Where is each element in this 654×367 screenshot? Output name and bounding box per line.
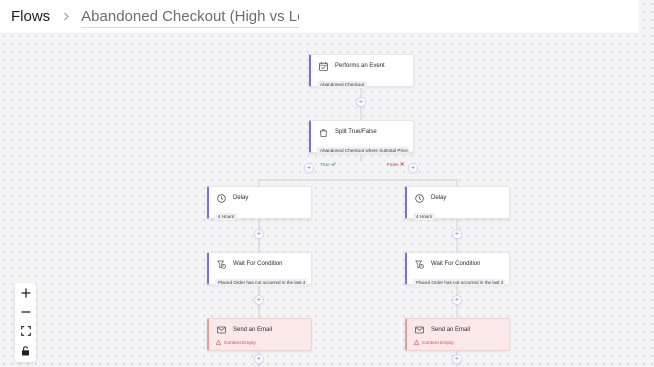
warning-triangle-icon	[215, 339, 222, 347]
zoom-controls	[15, 283, 36, 362]
wait-condition-icon	[216, 259, 227, 270]
add-step-button[interactable]: +	[452, 295, 462, 305]
plus-icon	[21, 285, 31, 303]
warning-text: Content Empty	[422, 341, 454, 346]
node-title: Delay	[233, 195, 249, 201]
zoom-in-button[interactable]	[15, 284, 36, 303]
add-step-button[interactable]: +	[254, 229, 264, 239]
node-title: Wait For Condition	[431, 261, 481, 267]
add-step-button[interactable]: +	[356, 97, 366, 107]
wait-condition-node-true[interactable]: Wait For Condition Placed Order has not …	[207, 252, 312, 286]
x-icon	[400, 162, 404, 168]
add-step-button[interactable]: +	[452, 354, 462, 364]
lock-button[interactable]	[15, 342, 36, 361]
branch-false-label: False	[387, 162, 404, 168]
add-step-button-true[interactable]: +	[304, 163, 314, 173]
warning-triangle-icon	[413, 339, 420, 347]
checkmark-icon	[331, 162, 336, 168]
node-title: Delay	[431, 195, 447, 201]
node-detail: 4 Hours	[413, 213, 436, 220]
node-detail: Abandoned Checkout	[317, 81, 368, 88]
node-detail: Abandoned Checkout where Subtotal Price.…	[317, 147, 409, 154]
add-step-button[interactable]: +	[254, 354, 264, 364]
branch-true-label: True	[320, 162, 336, 168]
delay-node-true[interactable]: Delay 4 Hours	[207, 186, 312, 220]
node-detail: 4 Hours	[215, 213, 238, 220]
split-node[interactable]: Split True/False Abandoned Checkout wher…	[309, 120, 414, 154]
send-email-node-true[interactable]: Send an Email Content Empty	[207, 318, 312, 351]
minus-icon	[21, 304, 31, 322]
fit-screen-icon	[20, 323, 31, 341]
calendar-event-icon	[318, 61, 329, 72]
add-step-button-false[interactable]: +	[408, 163, 418, 173]
warning-text: Content Empty	[224, 341, 256, 346]
clock-icon	[414, 193, 425, 204]
node-title: Wait For Condition	[233, 261, 283, 267]
clock-icon	[216, 193, 227, 204]
lock-icon	[21, 343, 30, 361]
branch-true-text: True	[320, 163, 330, 168]
wait-condition-node-false[interactable]: Wait For Condition Placed Order has not …	[405, 252, 510, 286]
add-step-button[interactable]: +	[254, 295, 264, 305]
zoom-out-button[interactable]	[15, 303, 36, 322]
node-title: Split True/False	[335, 129, 377, 135]
fit-view-button[interactable]	[15, 322, 36, 341]
content-warning: Content Empty	[215, 339, 311, 347]
send-email-node-false[interactable]: Send an Email Content Empty	[405, 318, 510, 351]
split-bag-icon	[318, 127, 329, 138]
node-detail: Placed Order has not occurred in the las…	[413, 279, 505, 286]
node-title: Send an Email	[233, 327, 273, 333]
trigger-node[interactable]: Performs an Event Abandoned Checkout	[309, 54, 414, 88]
envelope-icon	[216, 325, 227, 336]
branch-false-text: False	[387, 163, 399, 168]
node-title: Send an Email	[431, 327, 471, 333]
add-step-button[interactable]: +	[452, 229, 462, 239]
node-title: Performs an Event	[335, 63, 385, 69]
content-warning: Content Empty	[413, 339, 509, 347]
wait-condition-icon	[414, 259, 425, 270]
envelope-icon	[414, 325, 425, 336]
node-detail: Placed Order has not occurred in the las…	[215, 279, 307, 286]
delay-node-false[interactable]: Delay 4 Hours	[405, 186, 510, 220]
